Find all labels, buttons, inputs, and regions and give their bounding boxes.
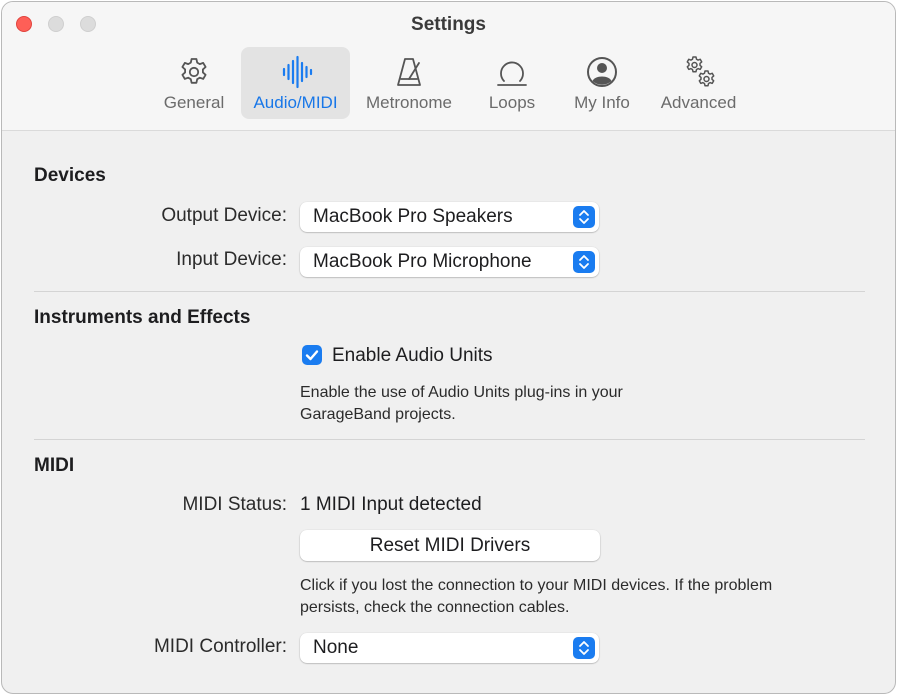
input-device-popup[interactable]: MacBook Pro Microphone xyxy=(300,247,599,277)
midi-reset-description: Click if you lost the connection to your… xyxy=(300,575,772,619)
midi-status-value: 1 MIDI Input detected xyxy=(300,494,482,515)
window-title: Settings xyxy=(411,14,486,35)
gears-icon xyxy=(686,56,714,87)
metronome-icon xyxy=(397,58,421,86)
chevron-up-down-icon xyxy=(573,206,595,228)
midi-controller-label: MIDI Controller: xyxy=(153,636,287,657)
midi-controller-value: None xyxy=(313,637,359,658)
output-device-value: MacBook Pro Speakers xyxy=(313,206,513,227)
divider xyxy=(34,291,865,292)
tab-audio-midi[interactable]: Audio/MIDI xyxy=(241,47,350,119)
devices-section-title: Devices xyxy=(34,165,106,186)
tab-my-info[interactable]: My Info xyxy=(564,47,640,119)
midi-status-label: MIDI Status: xyxy=(182,494,287,515)
settings-window: Settings General Audio/MIDI Metronome Lo… xyxy=(1,1,896,694)
instruments-section-title: Instruments and Effects xyxy=(34,307,251,328)
tab-my-info-label: My Info xyxy=(574,93,630,112)
chevron-up-down-icon xyxy=(573,251,595,273)
output-device-popup[interactable]: MacBook Pro Speakers xyxy=(300,202,599,232)
waveform-icon xyxy=(282,55,312,89)
enable-audio-units-checkbox[interactable] xyxy=(302,345,322,365)
tab-metronome-label: Metronome xyxy=(366,93,452,112)
chevron-up-down-icon xyxy=(573,637,595,659)
divider xyxy=(34,439,865,440)
audio-units-description-line: GarageBand projects. xyxy=(300,406,456,423)
loop-icon xyxy=(497,61,527,86)
checkmark-icon xyxy=(305,350,319,361)
tab-loops[interactable]: Loops xyxy=(478,47,546,119)
tab-advanced[interactable]: Advanced xyxy=(652,47,745,119)
input-device-label: Input Device: xyxy=(176,249,287,270)
audio-units-description-line: Enable the use of Audio Units plug-ins i… xyxy=(300,384,623,401)
person-circle-icon xyxy=(587,57,617,87)
tab-general[interactable]: General xyxy=(152,47,236,119)
toolbar: Settings General Audio/MIDI Metronome Lo… xyxy=(2,2,895,131)
tab-advanced-label: Advanced xyxy=(660,93,737,112)
tab-loops-label: Loops xyxy=(488,93,536,112)
reset-midi-drivers-button[interactable]: Reset MIDI Drivers xyxy=(300,530,600,561)
tab-audio-midi-label: Audio/MIDI xyxy=(253,93,338,112)
midi-reset-description-line: persists, check the connection cables. xyxy=(300,599,570,616)
audio-units-description: Enable the use of Audio Units plug-ins i… xyxy=(300,382,623,426)
midi-section-title: MIDI xyxy=(34,455,75,476)
output-device-label: Output Device: xyxy=(161,205,287,226)
tab-general-label: General xyxy=(163,93,225,112)
enable-audio-units-label[interactable]: Enable Audio Units xyxy=(332,345,493,367)
midi-controller-popup[interactable]: None xyxy=(300,633,599,663)
midi-reset-description-line: Click if you lost the connection to your… xyxy=(300,577,773,594)
tab-metronome[interactable]: Metronome xyxy=(359,47,459,119)
input-device-value: MacBook Pro Microphone xyxy=(313,251,532,272)
gear-icon xyxy=(181,58,207,84)
